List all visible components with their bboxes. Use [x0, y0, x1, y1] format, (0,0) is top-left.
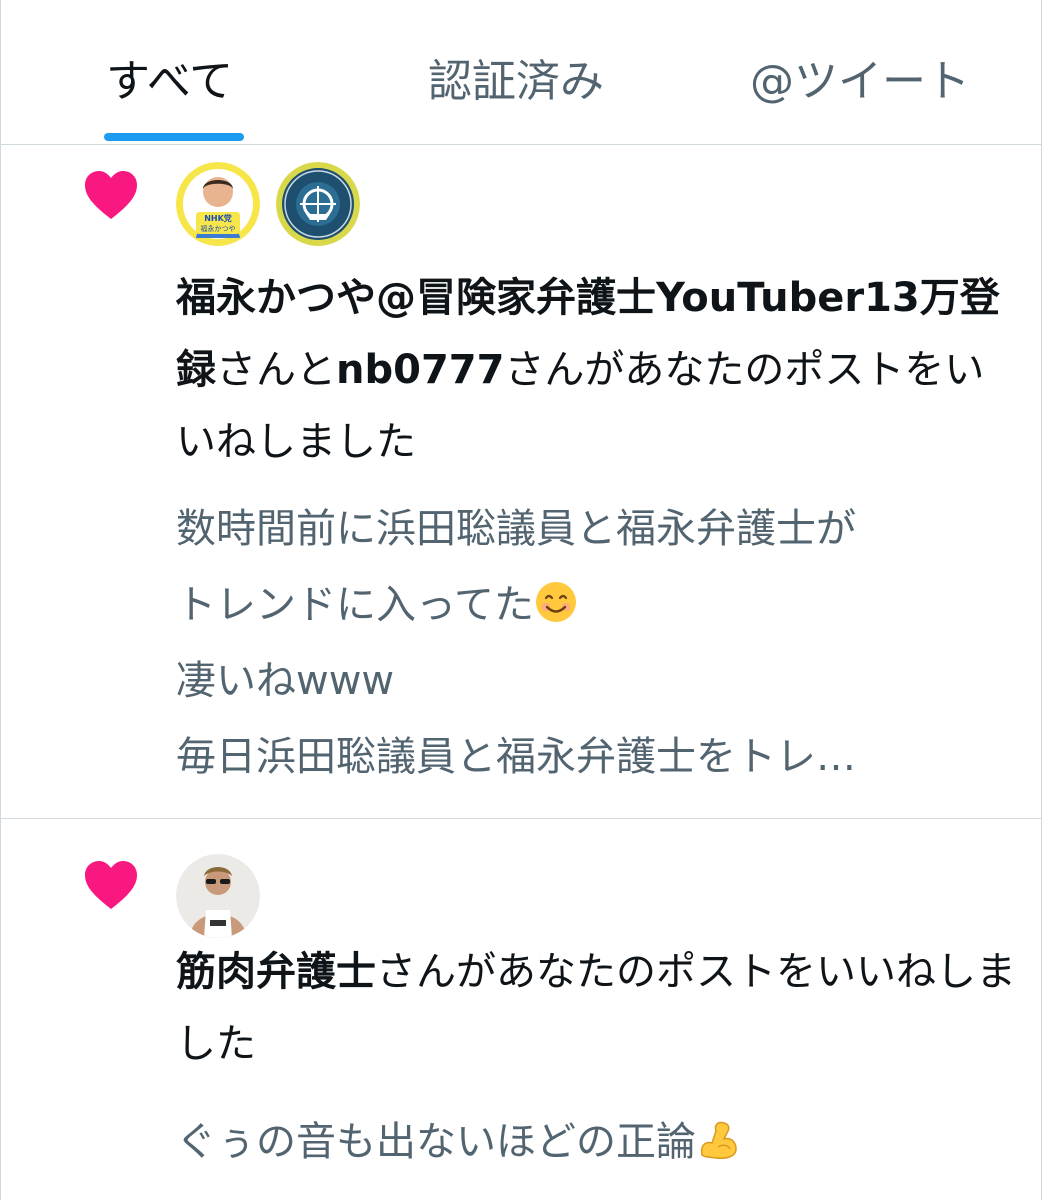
post-preview[interactable]: 数時間前に浜田聡議員と福永弁護士が トレンドに入ってた 凄いねwww 毎日浜田聡… [176, 491, 1016, 795]
preview-line: 数時間前に浜田聡議員と福永弁護士が [176, 506, 856, 552]
preview-line: ぐぅの音も出ないほどの正論 [176, 1119, 696, 1165]
flexed-biceps-emoji [700, 1121, 737, 1159]
liker-name-2[interactable]: nb0777 [336, 347, 504, 393]
notification-message: 筋肉弁護士さんがあなたのポストをいいねしました [176, 936, 1016, 1080]
preview-line: 毎日浜田聡議員と福永弁護士をトレ… [176, 734, 856, 780]
avatar-caption: NHK党 [204, 213, 232, 223]
active-tab-indicator [104, 133, 244, 141]
tab-all[interactable]: すべて [106, 52, 233, 112]
post-preview[interactable]: ぐぅの音も出ないほどの正論 [176, 1104, 1016, 1180]
heart-icon [85, 171, 137, 219]
heart-icon [85, 861, 137, 909]
notification-item[interactable]: 筋肉弁護士さんがあなたのポストをいいねしました ぐぅの音も出ないほどの正論 [0, 819, 1042, 1200]
svg-text:福永かつや: 福永かつや [201, 224, 236, 233]
tab-mentions[interactable]: @ツイート [750, 52, 970, 112]
notification-tabs: すべて 認証済み @ツイート [0, 0, 1042, 145]
avatar-kinniku[interactable] [176, 854, 260, 938]
notification-message: 福永かつや@冒険家弁護士YouTuber13万登録さんとnb0777さんがあなた… [176, 275, 1000, 465]
liker-name-1[interactable]: 筋肉弁護士 [176, 949, 376, 995]
avatar-fukunaga[interactable]: NHK党 福永かつや [176, 162, 260, 246]
avatar-group: NHK党 福永かつや [176, 162, 360, 246]
preview-line: 凄いねwww [176, 658, 395, 704]
avatar-group [176, 854, 260, 938]
smiling-face-emoji [536, 582, 576, 622]
preview-line: トレンドに入ってた [176, 582, 534, 628]
notification-item[interactable]: NHK党 福永かつや 福永かつや@冒険家弁護士YouTuber13万登録さんとn… [0, 145, 1042, 819]
tab-verified[interactable]: 認証済み [428, 52, 604, 112]
avatar-clippers[interactable] [276, 162, 360, 246]
